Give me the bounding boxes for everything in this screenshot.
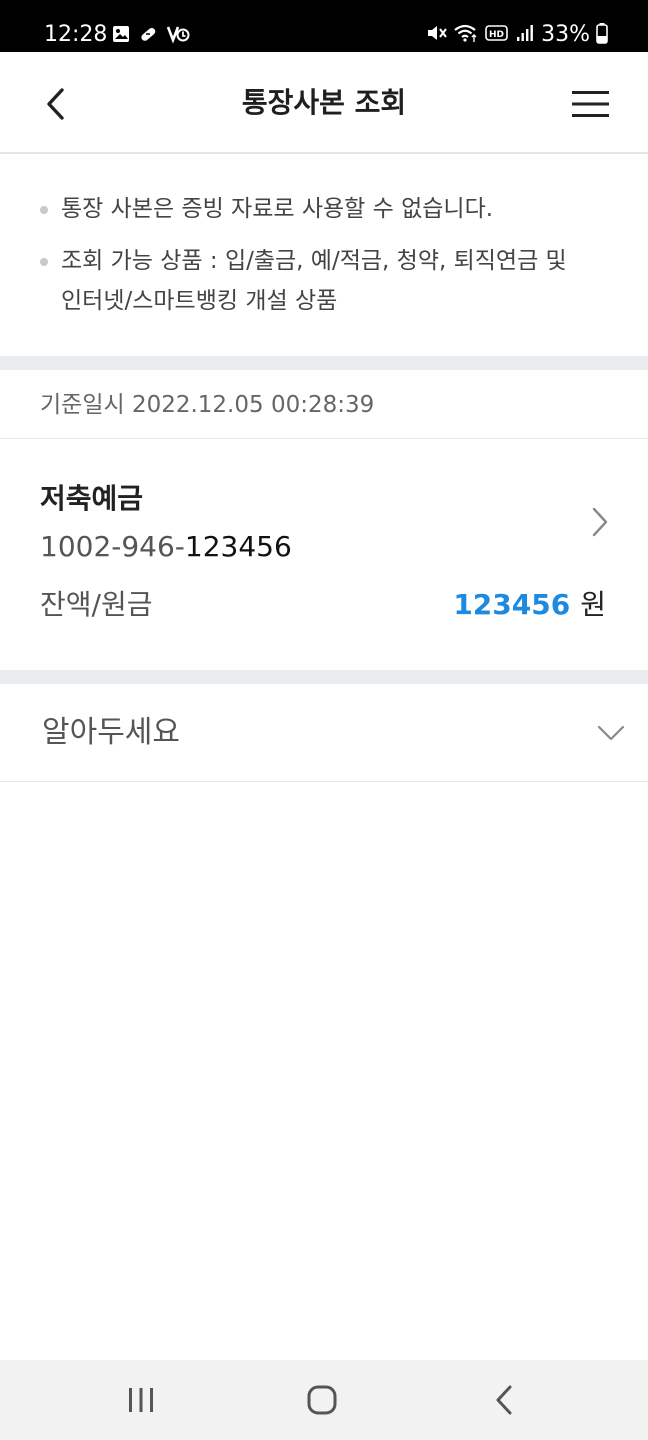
section-divider [0,670,648,684]
notice-text: 통장 사본은 증빙 자료로 사용할 수 없습니다. [61,196,494,222]
account-card[interactable]: 저축예금 1002-946-123456 잔액/원금 123456 원 [0,440,648,670]
timestamp-label: 기준일시 2022.12.05 00:28:39 [40,392,375,418]
hd-icon: HD [485,24,509,46]
bandage-icon [138,24,158,48]
notice-item: 통장 사본은 증빙 자료로 사용할 수 없습니다. [40,189,493,229]
account-name: 저축예금 [40,482,144,515]
balance-value: 123456 원 [453,586,606,624]
notice-text: 조회 가능 상품 : 입/출금, 예/적금, 청약, 퇴직연금 및 [61,248,567,274]
status-time: 12:28 [44,22,108,47]
balance-amount: 123456 [453,588,571,621]
recent-apps-icon[interactable] [121,1382,161,1418]
info-accordion[interactable]: 알아두세요 [0,684,648,782]
balance-label: 잔액/원금 [40,588,153,621]
hamburger-menu-icon [572,91,609,117]
system-nav-bar [0,1360,648,1440]
chevron-right-icon[interactable] [586,504,612,540]
wifi-icon [453,23,479,47]
home-icon[interactable] [302,1382,342,1418]
back-icon[interactable] [484,1382,524,1418]
bullet-dot [40,206,48,214]
section-divider [0,356,648,370]
battery-percentage: 33% [541,22,590,47]
page-title: 통장사본 조회 [241,86,407,119]
menu-button[interactable] [566,84,614,124]
notice-section: 통장 사본은 증빙 자료로 사용할 수 없습니다. 조회 가능 상품 : 입/출… [0,156,648,356]
mute-icon [425,23,447,47]
balance-unit: 원 [580,588,606,621]
account-number: 1002-946-123456 [40,528,292,566]
bullet-dot [40,258,48,266]
status-bar: 12:28 HD 33% [0,0,648,52]
signal-icon [515,23,535,47]
app-header: 통장사본 조회 [0,52,648,154]
account-number-prefix: 1002-946- [40,530,185,563]
svg-text:HD: HD [489,30,504,40]
account-number-suffix: 123456 [184,530,292,563]
gallery-icon [112,25,130,47]
notice-item: 조회 가능 상품 : 입/출금, 예/적금, 청약, 퇴직연금 및 인터넷/스마… [40,241,567,321]
timestamp-row: 기준일시 2022.12.05 00:28:39 [0,370,648,439]
battery-icon [596,22,608,48]
vpn-icon [166,24,190,48]
chevron-down-icon[interactable] [596,722,626,744]
info-accordion-title: 알아두세요 [42,715,180,750]
notice-text-continued: 인터넷/스마트뱅킹 개설 상품 [61,288,338,314]
